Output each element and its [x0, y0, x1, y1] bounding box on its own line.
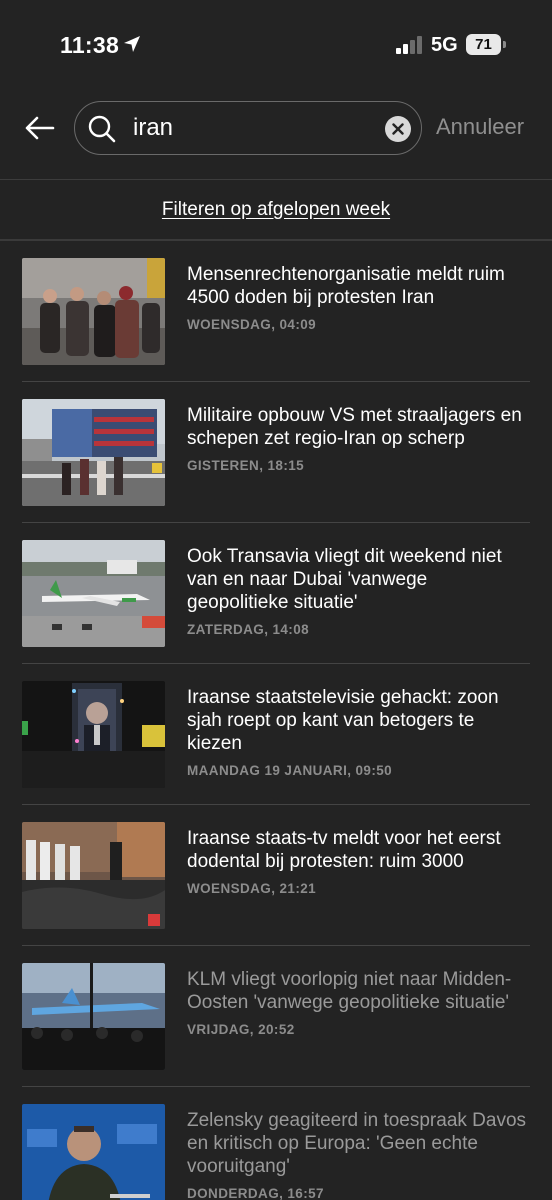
article-date: WOENSDAG, 04:09 [187, 317, 317, 332]
battery-level: 71 [475, 36, 492, 53]
article-item[interactable]: Zelensky geagiteerd in toespraak Davos e… [22, 1087, 530, 1200]
article-date: ZATERDAG, 14:08 [187, 622, 310, 637]
search-icon [88, 115, 116, 143]
article-date: DONDERDAG, 16:57 [187, 1186, 324, 1200]
article-item[interactable]: Iraanse staats-tv meldt voor het eerst d… [22, 805, 530, 946]
status-time: 11:38 [60, 32, 120, 58]
cancel-button[interactable]: Annuleer [436, 114, 524, 140]
article-item[interactable]: Mensenrechtenorganisatie meldt ruim 4500… [22, 241, 530, 382]
search-input[interactable] [133, 112, 373, 144]
clear-search-button[interactable] [385, 116, 411, 142]
article-date: WOENSDAG, 21:21 [187, 881, 317, 896]
close-icon [392, 123, 404, 135]
cellular-signal-icon [396, 36, 422, 54]
article-title: Ook Transavia vliegt dit weekend niet va… [187, 546, 502, 613]
article-date: GISTEREN, 18:15 [187, 458, 305, 473]
article-date: VRIJDAG, 20:52 [187, 1022, 295, 1037]
status-bar: 11:38 5G 71 [0, 0, 552, 90]
article-date: MAANDAG 19 JANUARI, 09:50 [187, 763, 393, 778]
location-arrow-icon [124, 36, 140, 52]
article-title: Militaire opbouw VS met straaljagers en … [187, 405, 522, 449]
battery-icon: 71 [466, 34, 506, 56]
article-thumbnail [22, 681, 165, 788]
article-item[interactable]: Militaire opbouw VS met straaljagers en … [22, 382, 530, 523]
back-arrow-icon[interactable] [22, 110, 58, 146]
article-title: Iraanse staatstelevisie gehackt: zoon sj… [187, 687, 499, 754]
article-thumbnail [22, 399, 165, 506]
article-thumbnail [22, 822, 165, 929]
article-item[interactable]: KLM vliegt voorlopig niet naar Midden-Oo… [22, 946, 530, 1087]
article-item[interactable]: Iraanse staatstelevisie gehackt: zoon sj… [22, 664, 530, 805]
network-type: 5G [431, 34, 458, 56]
filter-last-week-link[interactable]: Filteren op afgelopen week [0, 199, 552, 221]
article-title: Mensenrechtenorganisatie meldt ruim 4500… [187, 264, 505, 308]
article-thumbnail [22, 540, 165, 647]
article-thumbnail [22, 963, 165, 1070]
search-field[interactable] [74, 101, 422, 155]
article-title: Iraanse staats-tv meldt voor het eerst d… [187, 828, 501, 872]
article-thumbnail [22, 258, 165, 365]
article-title: Zelensky geagiteerd in toespraak Davos e… [187, 1110, 527, 1177]
divider [0, 179, 552, 180]
article-thumbnail [22, 1104, 165, 1200]
article-title: KLM vliegt voorlopig niet naar Midden-Oo… [187, 969, 512, 1013]
article-item[interactable]: Ook Transavia vliegt dit weekend niet va… [22, 523, 530, 664]
